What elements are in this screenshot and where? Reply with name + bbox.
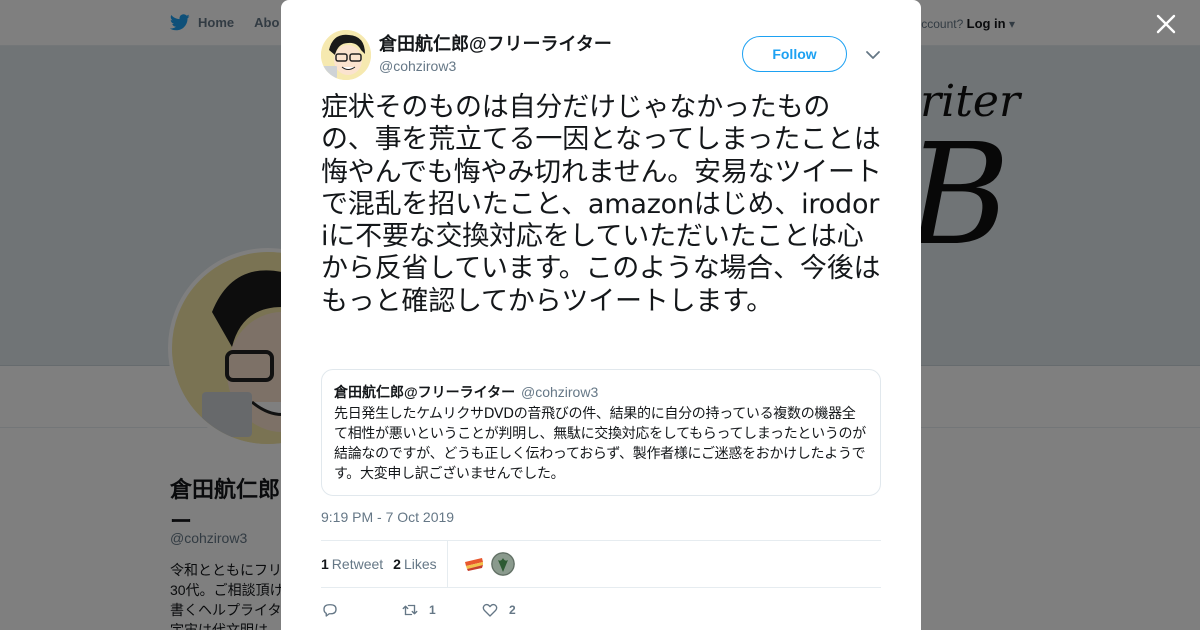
- quoted-author-handle: @cohzirow3: [520, 384, 599, 400]
- reply-action[interactable]: [321, 601, 401, 619]
- liker-avatar-image: [490, 552, 515, 576]
- retweets-stat[interactable]: 1 Retweet: [321, 556, 383, 572]
- retweets-label: Retweet: [331, 556, 384, 572]
- tweet-stats: 1 Retweet 2 Likes: [321, 540, 881, 588]
- author-avatar-illustration: [321, 30, 371, 80]
- retweet-count: 1: [429, 603, 436, 617]
- tweet-actions: 1 2: [321, 598, 881, 622]
- quoted-author-name: 倉田航仁郎@フリーライター: [334, 384, 516, 400]
- like-action[interactable]: 2: [481, 601, 561, 619]
- tweet-header: 倉田航仁郎@フリーライター @cohzirow3 Follow: [321, 30, 881, 80]
- tweet-menu-button[interactable]: [865, 48, 881, 60]
- likes-count: 2: [393, 556, 401, 572]
- quoted-tweet-header: 倉田航仁郎@フリーライター @cohzirow3: [334, 382, 868, 402]
- tweet-modal: 倉田航仁郎@フリーライター @cohzirow3 Follow 症状そのものは自…: [281, 0, 921, 630]
- tweet-text: 症状そのものは自分だけじゃなかったものの、事を荒立てる一因となってしまったことは…: [321, 92, 882, 317]
- tweet-timestamp[interactable]: 9:19 PM - 7 Oct 2019: [321, 509, 454, 525]
- close-icon: [1156, 14, 1176, 34]
- retweet-icon: [402, 604, 418, 616]
- liker-avatar[interactable]: [490, 552, 515, 576]
- retweets-count: 1: [321, 556, 329, 572]
- follow-button[interactable]: Follow: [742, 36, 847, 72]
- retweet-action[interactable]: 1: [401, 601, 481, 619]
- quoted-tweet-text: 先日発生したケムリクサDVDの音飛びの件、結果的に自分の持っている複数の機器全て…: [334, 406, 866, 482]
- like-count: 2: [509, 603, 516, 617]
- close-button[interactable]: [1154, 12, 1178, 36]
- author-handle[interactable]: @cohzirow3: [379, 58, 612, 74]
- stats-divider: [446, 540, 448, 588]
- liker-avatar-image: [461, 552, 486, 576]
- heart-icon: [482, 603, 498, 617]
- author-display-name[interactable]: 倉田航仁郎@フリーライター: [379, 33, 612, 55]
- likes-label: Likes: [403, 556, 437, 572]
- reply-icon: [323, 604, 337, 617]
- author-name-block[interactable]: 倉田航仁郎@フリーライター @cohzirow3: [379, 33, 612, 74]
- chevron-down-icon: [866, 51, 880, 59]
- likes-stat[interactable]: 2 Likes: [393, 556, 436, 572]
- quoted-tweet[interactable]: 倉田航仁郎@フリーライター @cohzirow3 先日発生したケムリクサDVDの…: [321, 369, 881, 496]
- author-avatar[interactable]: [321, 30, 371, 80]
- liker-avatar[interactable]: [461, 552, 486, 576]
